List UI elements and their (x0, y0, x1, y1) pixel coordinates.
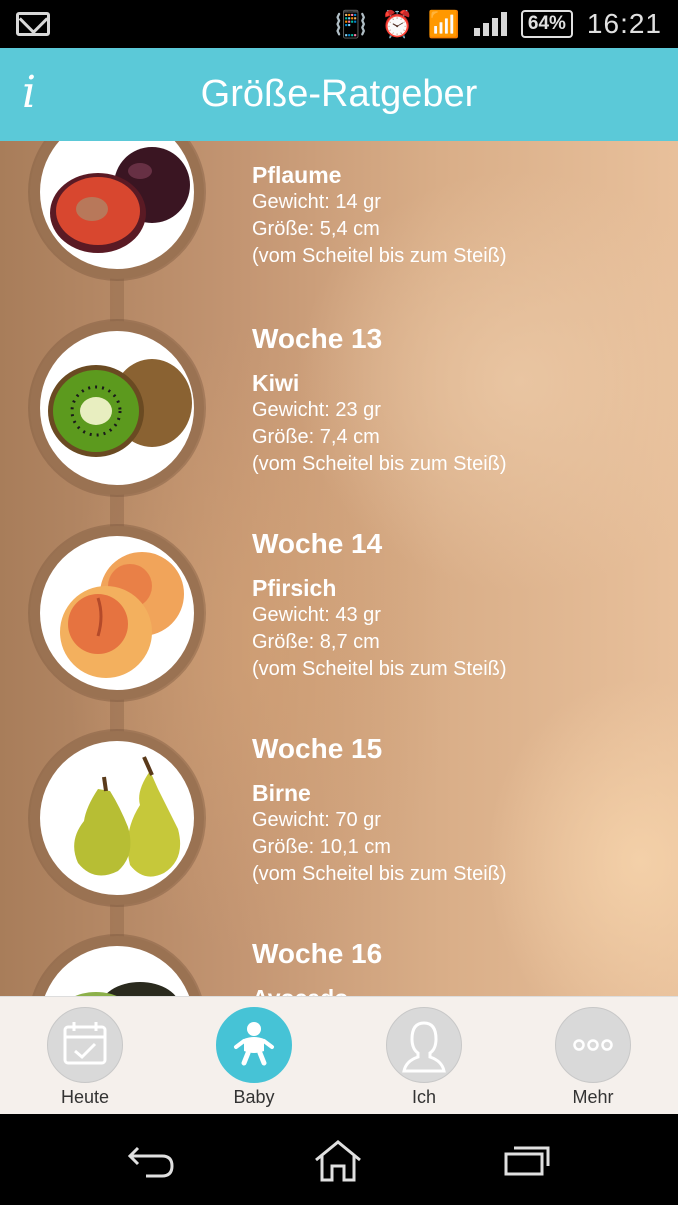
status-icons: 📳 ⏰ 📶 64% 16:21 (335, 8, 662, 40)
measure-note: (vom Scheitel bis zum Steiß) (252, 245, 507, 267)
baby-icon (216, 1007, 292, 1083)
fruit-size: Größe: 5,4 cm (252, 218, 380, 240)
system-nav-bar (0, 1114, 678, 1205)
status-bar: 📳 ⏰ 📶 64% 16:21 (0, 0, 678, 48)
vibrate-icon: 📳 (334, 8, 368, 39)
fruit-image-frame (30, 936, 204, 996)
fruit-image-frame (30, 321, 204, 495)
list-item[interactable]: Woche 16 Avocado (0, 936, 678, 996)
fruit-image-frame (30, 526, 204, 700)
plum-image (40, 141, 194, 269)
tab-mehr[interactable]: Mehr (538, 1007, 648, 1107)
recent-apps-icon[interactable] (498, 1138, 558, 1182)
fruit-size: Größe: 7,4 cm (252, 426, 380, 448)
wifi-icon: 📶 (427, 8, 460, 39)
person-icon (386, 1007, 462, 1083)
more-icon (555, 1007, 631, 1083)
avocado-image (40, 946, 194, 996)
tab-baby[interactable]: Baby (199, 1007, 309, 1107)
fruit-weight: Gewicht: 23 gr (252, 399, 381, 421)
signal-icon (473, 12, 507, 36)
fruit-weight: Gewicht: 70 gr (252, 809, 381, 831)
measure-note: (vom Scheitel bis zum Steiß) (252, 658, 507, 680)
fruit-weight: Gewicht: 14 gr (252, 191, 381, 213)
page-title: Größe-Ratgeber (200, 73, 478, 115)
fruit-name: Kiwi (252, 370, 300, 396)
fruit-name: Avocado (252, 984, 382, 996)
mail-notification-icon (16, 12, 50, 36)
tab-heute[interactable]: Heute (30, 1007, 140, 1107)
week-title: Woche 13 (252, 323, 383, 354)
week-title: Woche 15 (252, 733, 383, 764)
tab-label: Mehr (572, 1087, 614, 1107)
alarm-icon: ⏰ (381, 8, 414, 39)
list-item[interactable]: Woche 14 Pfirsich Gewicht: 43 gr Größe: … (0, 526, 678, 726)
tab-bar: Heute Baby Ich Mehr (0, 996, 678, 1115)
fruit-weight: Gewicht: 43 gr (252, 604, 381, 626)
pear-image (40, 741, 194, 895)
list-item[interactable]: Pflaume Gewicht: 14 gr Größe: 5,4 cm (vo… (0, 141, 678, 305)
list-item[interactable]: Woche 13 Kiwi Gewicht: 23 gr Größe: 7,4 … (0, 321, 678, 521)
measure-note: (vom Scheitel bis zum Steiß) (252, 453, 507, 475)
tab-label: Heute (60, 1087, 110, 1107)
week-title: Woche 16 (252, 938, 383, 969)
home-icon[interactable] (308, 1138, 368, 1182)
fruit-name: Pfirsich (252, 575, 337, 601)
app-header: i Größe-Ratgeber (0, 48, 678, 141)
fruit-image-frame (30, 731, 204, 905)
peach-image (40, 536, 194, 690)
clock: 16:21 (586, 8, 662, 39)
fruit-size: Größe: 10,1 cm (252, 836, 391, 858)
fruit-name: Birne (252, 780, 311, 806)
size-guide-list[interactable]: Pflaume Gewicht: 14 gr Größe: 5,4 cm (vo… (0, 141, 678, 996)
fruit-name: Pflaume (252, 162, 342, 188)
tab-label: Ich (411, 1087, 436, 1107)
fruit-image-frame (30, 141, 204, 279)
measure-note: (vom Scheitel bis zum Steiß) (252, 863, 507, 885)
battery-indicator: 64% (520, 10, 573, 38)
back-icon[interactable] (124, 1138, 184, 1182)
tab-label: Baby (233, 1087, 275, 1107)
fruit-size: Größe: 8,7 cm (252, 631, 380, 653)
tab-ich[interactable]: Ich (369, 1007, 479, 1107)
calendar-icon (47, 1007, 123, 1083)
kiwi-image (40, 331, 194, 485)
week-title: Woche 14 (252, 528, 383, 559)
list-item[interactable]: Woche 15 Birne Gewicht: 70 gr Größe: 10,… (0, 731, 678, 931)
